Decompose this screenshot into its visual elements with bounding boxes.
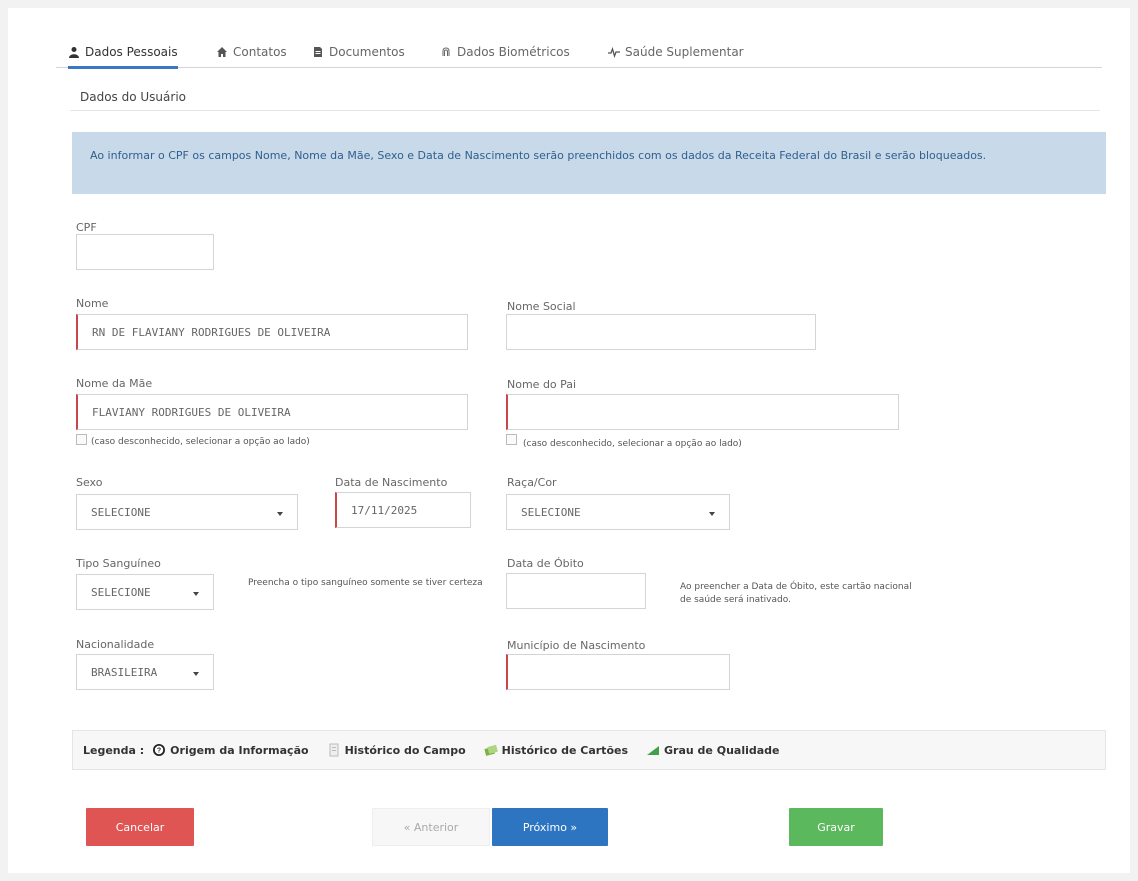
tipo-sanguineo-select[interactable]: SELECIONE [76,574,214,610]
tab-contatos[interactable]: Contatos [216,36,287,67]
sexo-value: SELECIONE [91,505,151,519]
nome-social-input[interactable] [506,314,816,350]
cancel-button[interactable]: Cancelar [86,808,194,846]
cpf-label: CPF [76,221,97,234]
tab-label: Documentos [329,44,405,59]
legend-label: Histórico de Cartões [501,743,629,757]
tab-dados-biometricos[interactable]: Dados Biométricos [440,36,570,67]
legend-bar: Legenda : ? Origem da Informação Históri… [72,730,1106,770]
tab-documentos[interactable]: Documentos [312,36,405,67]
nacionalidade-label: Nacionalidade [76,638,155,651]
nacionalidade-value: BRASILEIRA [91,665,158,679]
nome-pai-input[interactable] [506,394,899,430]
chevron-down-icon [193,672,199,676]
chevron-down-icon [277,512,283,516]
legend-item-historico-cartoes: Histórico de Cartões [484,743,628,757]
document-icon [314,46,322,57]
sexo-label: Sexo [76,476,103,489]
next-button[interactable]: Próximo » [492,808,608,846]
user-icon [69,46,79,58]
tipo-sanguineo-hint: Preencha o tipo sanguíneo somente se tiv… [248,578,483,588]
heartbeat-icon [608,46,620,58]
mae-unknown-label: (caso desconhecido, selecionar a opção a… [91,437,310,447]
raca-cor-value: SELECIONE [521,505,581,519]
cpf-input[interactable] [76,234,214,270]
tab-label: Dados Biométricos [457,44,570,59]
nome-social-label: Nome Social [507,300,576,313]
legend-item-historico-campo: Histórico do Campo [327,743,466,757]
tipo-sanguineo-value: SELECIONE [91,585,151,599]
data-nascimento-input[interactable]: 17/11/2025 [335,492,471,528]
section-divider [70,110,1100,111]
file-history-icon [329,743,339,757]
tipo-sanguineo-label: Tipo Sanguíneo [76,557,161,570]
legend-label: Grau de Qualidade [664,743,780,757]
raca-cor-select[interactable]: SELECIONE [506,494,730,530]
nome-mae-input[interactable]: FLAVIANY RODRIGUES DE OLIVEIRA [76,394,468,430]
legend-prefix: Legenda : [83,743,145,757]
info-alert: Ao informar o CPF os campos Nome, Nome d… [72,132,1106,194]
chevron-down-icon [193,592,199,596]
data-obito-hint: Ao preencher a Data de Óbito, este cartã… [680,582,912,605]
nome-pai-label: Nome do Pai [507,378,577,391]
municipio-label: Município de Nascimento [507,639,646,652]
question-circle-icon: ? [153,744,166,756]
cards-history-icon [484,744,498,756]
tab-label: Contatos [233,44,287,59]
data-nascimento-label: Data de Nascimento [335,476,448,489]
sexo-select[interactable]: SELECIONE [76,494,298,530]
raca-cor-label: Raça/Cor [507,476,557,489]
legend-item-grau-qualidade: Grau de Qualidade [646,743,780,757]
section-title: Dados do Usuário [80,90,186,104]
pai-unknown-label: (caso desconhecido, selecionar a opção a… [523,439,742,449]
home-icon [217,46,227,57]
municipio-input[interactable] [506,654,730,690]
nacionalidade-select[interactable]: BRASILEIRA [76,654,214,690]
legend-label: Histórico do Campo [344,743,466,757]
mae-unknown-checkbox[interactable] [76,434,87,445]
previous-button[interactable]: « Anterior [372,808,490,846]
svg-text:?: ? [157,748,161,755]
save-button[interactable]: Gravar [789,808,883,846]
fingerprint-icon [442,46,450,56]
quality-bar-icon [647,746,660,755]
nome-label: Nome [76,297,109,310]
tab-label: Saúde Suplementar [625,44,744,59]
nome-mae-label: Nome da Mãe [76,377,153,390]
pai-unknown-checkbox[interactable] [506,434,517,445]
legend-label: Origem da Informação [170,743,309,757]
tab-saude-suplementar[interactable]: Saúde Suplementar [608,36,744,67]
tab-bar: Dados Pessoais Contatos Documentos Dados… [56,36,1102,69]
data-obito-input[interactable] [506,573,646,609]
tab-dados-pessoais[interactable]: Dados Pessoais [68,36,178,69]
data-obito-label: Data de Óbito [507,557,584,570]
tab-label: Dados Pessoais [85,44,178,59]
chevron-down-icon [709,512,715,516]
legend-item-origem: ? Origem da Informação [152,743,309,757]
nome-input[interactable]: RN DE FLAVIANY RODRIGUES DE OLIVEIRA [76,314,468,350]
